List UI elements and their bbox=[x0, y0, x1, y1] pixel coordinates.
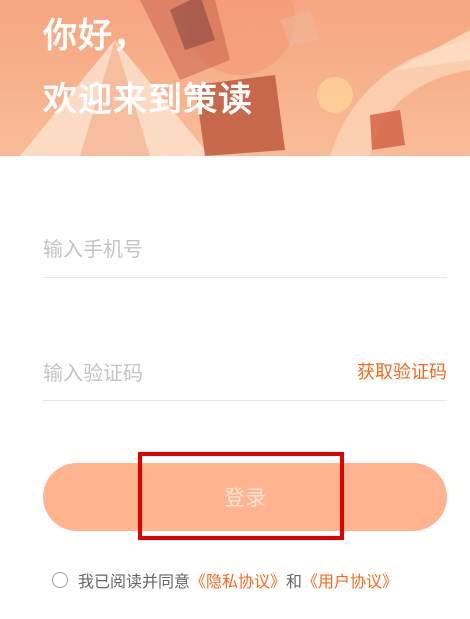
greeting-line-2: 欢迎来到策读 bbox=[43, 80, 253, 120]
code-underline bbox=[43, 400, 447, 401]
header-banner: 你好， 欢迎来到策读 bbox=[0, 0, 470, 156]
user-agreement-link[interactable]: 《用户协议》 bbox=[302, 568, 398, 592]
phone-underline bbox=[43, 277, 447, 278]
agreement-row: 我已阅读并同意 《隐私协议》 和 《用户协议》 bbox=[52, 569, 398, 591]
verification-code-input[interactable] bbox=[43, 358, 313, 388]
agreement-radio[interactable] bbox=[52, 572, 68, 588]
agreement-conjunction: 和 bbox=[286, 572, 303, 591]
get-code-button[interactable]: 获取验证码 bbox=[357, 358, 447, 384]
privacy-policy-link[interactable]: 《隐私协议》 bbox=[190, 568, 286, 592]
phone-input[interactable] bbox=[43, 234, 343, 264]
greeting-line-1: 你好， bbox=[43, 16, 148, 56]
agreement-text: 我已阅读并同意 bbox=[78, 572, 191, 591]
login-button[interactable]: 登录 bbox=[43, 463, 447, 531]
